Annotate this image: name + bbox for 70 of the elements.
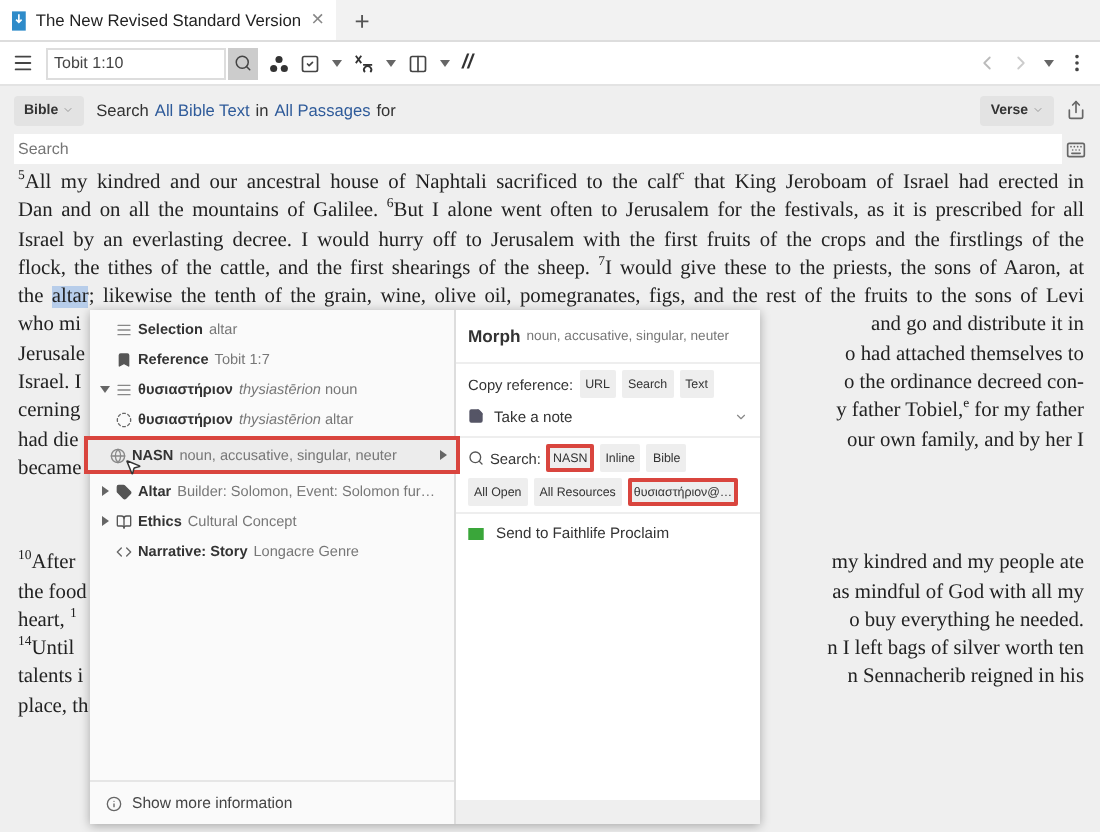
tab-title: The New Revised Standard Version	[35, 10, 302, 30]
note-icon	[468, 408, 484, 424]
passage-fragment: y father Tobiel,$^{e}$ for my father	[836, 398, 1084, 427]
passage-line: Israel by an everlasting decree. I would hurry off to Jerusalem with the first fruits of the crops and the firstlings of the	[18, 227, 1084, 256]
lines-icon	[116, 321, 132, 337]
passage-line: the altar; likewise the tenth of the grain, wine, olive oil, pomegranates, figs, and the rest of the fruits to the sons of Levi	[18, 284, 1084, 313]
code-icon	[116, 543, 132, 559]
menu-icon[interactable]	[12, 52, 34, 74]
chevron-down-icon	[62, 104, 75, 116]
checkbox-icon[interactable]	[300, 53, 320, 73]
share-icon[interactable]	[1066, 100, 1086, 120]
passage-fragment: our own family, and by her I	[847, 427, 1084, 456]
globe-icon	[110, 447, 126, 463]
passage-fragment: the food	[18, 579, 87, 608]
passage-fragment: had die	[18, 427, 79, 456]
chevron-down-icon	[734, 409, 748, 423]
passage-fragment: my kindred and my people ate	[831, 550, 1084, 579]
info-icon	[106, 795, 122, 811]
caret-icon[interactable]	[440, 58, 450, 68]
search-icon	[468, 450, 484, 466]
search-icon	[234, 54, 252, 72]
passage-fragment: and go and distribute it in	[871, 312, 1084, 341]
search-field[interactable]: Search	[14, 134, 1062, 164]
passage-line: flock, the tithes of the cattle, and the first shearings of the sheep. $^{7}$I would give these to the priests, the sons of Aaron, at	[18, 255, 1084, 284]
passage-fragment: became	[18, 455, 82, 484]
document-tab[interactable]: The New Revised Standard Version ×	[0, 0, 336, 40]
keyboard-icon[interactable]	[1066, 139, 1086, 159]
passage-fragment: $^{14}$Until	[18, 636, 75, 665]
passage-line: Dan and on all the mountains of Galilee. $^{6}$But I alone went often to Jerusalem for the festivals, as it is prescribed for all	[18, 198, 1084, 227]
reference-field[interactable]: Tobit 1:10	[46, 47, 226, 79]
new-tab-button[interactable]: +	[340, 0, 384, 40]
parallel-button[interactable]: //	[462, 52, 474, 74]
passage-fragment: o buy everything he needed.	[849, 607, 1084, 636]
ring-icon	[116, 411, 132, 427]
passage-fragment: talents i	[18, 664, 84, 693]
bookmark-icon	[116, 351, 132, 367]
passage-fragment: heart, $^{1}$	[18, 607, 77, 636]
passage-line: $^{5}$All my kindred and our ancestral house of Naphtali sacrificed to the calf$^{c}$ that King Jeroboam of Israel had erected in	[18, 170, 1084, 198]
passage-fragment: who mi	[18, 312, 81, 341]
search-label: for	[376, 100, 396, 120]
close-button[interactable]: ×	[311, 9, 324, 31]
search-label: Search	[96, 100, 149, 120]
caret-icon[interactable]	[100, 486, 110, 496]
caret-icon[interactable]	[1044, 58, 1054, 68]
caret-icon[interactable]	[386, 58, 396, 68]
search-button[interactable]	[228, 47, 258, 79]
tag-icon	[116, 483, 132, 499]
chevron-down-icon	[1032, 104, 1044, 116]
lines-icon	[116, 381, 132, 397]
columns-icon[interactable]	[408, 53, 428, 73]
passage-fragment: as mindful of God with all my	[832, 579, 1084, 608]
panel-title: Morph	[468, 326, 521, 346]
caret-icon[interactable]	[100, 384, 110, 394]
passage-fragment: n I left bags of silver worth ten	[827, 636, 1084, 665]
search-option-link[interactable]: All Passages	[274, 100, 371, 120]
passage-fragment: o had attached themselves to	[845, 341, 1084, 370]
caret-icon[interactable]	[100, 516, 110, 526]
passage-fragment: n Sennacherib reigned in his	[847, 664, 1084, 693]
search-option-link[interactable]: All Bible Text	[154, 100, 250, 120]
passage-fragment: Israel. I	[18, 370, 82, 399]
dots-icon[interactable]	[270, 55, 288, 71]
caret-icon[interactable]	[332, 58, 342, 68]
search-label: in	[255, 100, 269, 120]
passage-fragment: cerning	[18, 398, 81, 427]
passage-fragment: $^{10}$After	[18, 550, 76, 579]
passage-fragment: Jerusale	[18, 341, 85, 370]
passage-fragment: o the ordinance decreed con-	[843, 370, 1084, 399]
cursor-icon	[124, 458, 142, 476]
passage-fragment: place, th	[18, 693, 89, 722]
caret-icon[interactable]	[438, 450, 448, 460]
